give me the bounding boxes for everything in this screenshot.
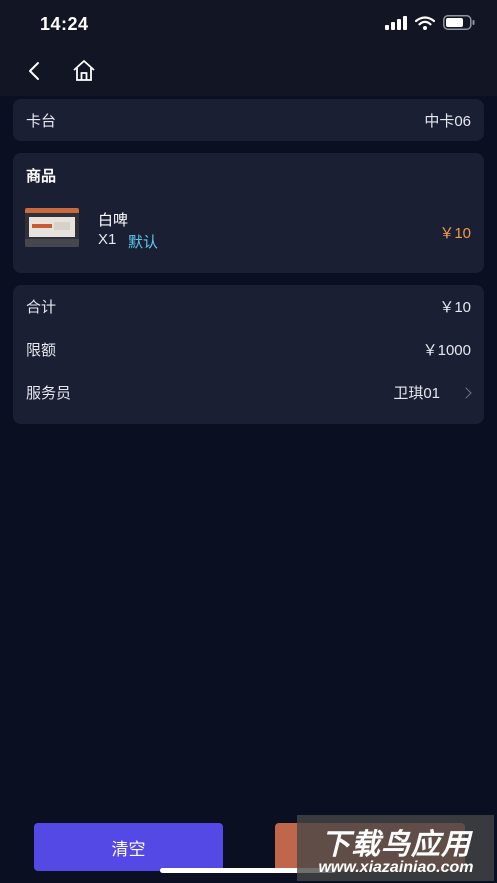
battery-icon [443, 15, 475, 35]
table-row: 卡台 中卡06 [26, 110, 471, 131]
waiter-select[interactable]: 卫琪01 [393, 382, 484, 403]
status-icons [385, 15, 475, 35]
goods-thumbnail [25, 208, 79, 247]
total-row: 合计 ￥10 [26, 296, 471, 317]
waiter-label: 服务员 [26, 385, 72, 402]
waiter-value: 卫琪01 [393, 385, 440, 402]
table-value: 中卡06 [424, 113, 471, 130]
limit-label: 限额 [26, 342, 57, 359]
goods-quantity: X1 [98, 231, 117, 248]
goods-card: 商品 白啤 X1 默认 ￥10 [13, 153, 484, 273]
goods-title: 商品 [26, 168, 57, 185]
goods-spec: 默认 [128, 234, 159, 251]
order-screen: 14:24 卡台 中卡06 商品 白啤 X1 默认 ￥10 合计 ￥10 限额 … [0, 0, 497, 883]
watermark-url: www.xiazainiao.com [318, 859, 474, 876]
watermark: 下载鸟应用 www.xiazainiao.com [297, 815, 494, 881]
wifi-icon [414, 15, 436, 35]
waiter-row[interactable]: 服务员 卫琪01 [26, 382, 484, 403]
watermark-title: 下载鸟应用 [320, 829, 471, 861]
goods-name: 白啤 [98, 212, 129, 229]
table-card: 卡台 中卡06 [13, 99, 484, 141]
signal-icon [385, 15, 407, 35]
chevron-right-icon [460, 386, 472, 399]
clear-button[interactable]: 清空 [34, 823, 223, 871]
back-arrow-icon[interactable] [22, 58, 48, 84]
top-bar: 14:24 [0, 0, 497, 96]
table-label: 卡台 [26, 113, 57, 130]
home-icon[interactable] [71, 58, 97, 84]
summary-card: 合计 ￥10 限额 ￥1000 服务员 卫琪01 [13, 285, 484, 424]
status-time: 14:24 [40, 14, 89, 34]
total-label: 合计 [26, 299, 57, 316]
goods-price: ￥10 [439, 225, 471, 242]
limit-row: 限额 ￥1000 [26, 339, 471, 360]
limit-value: ￥1000 [422, 342, 471, 359]
total-value: ￥10 [439, 299, 471, 316]
